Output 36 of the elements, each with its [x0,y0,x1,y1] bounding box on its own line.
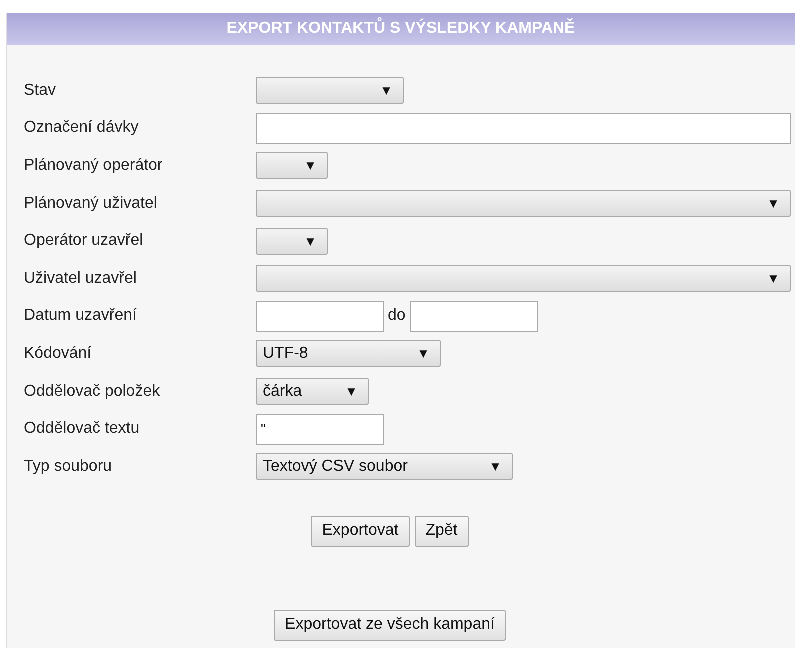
action-button[interactable]: Exportovat [311,516,410,547]
dropdown[interactable]: čárka ▼ [256,378,369,406]
dropdown-arrow-icon: ▼ [489,459,502,474]
panel-title: EXPORT KONTAKTŮ S VÝSLEDKY KAMPANĚ [7,13,795,45]
dropdown[interactable]: ▼ [256,190,791,218]
dropdown-arrow-icon: ▼ [767,196,780,212]
dropdown[interactable]: ▼ [256,77,404,104]
field-label: Kódování [24,344,93,363]
dropdown-arrow-icon: ▼ [345,384,358,400]
export-all-button[interactable]: Exportovat ze všech kampaní [274,610,506,641]
text-field[interactable] [256,112,791,144]
field-label: Uživatel uzavřel [24,270,138,288]
text-field[interactable]: " [256,414,384,445]
field-label: Operátor uzavřel [24,232,144,250]
field-label: Označení dávky [24,119,140,138]
field-label: Plánovaný uživatel [24,194,158,213]
date-field[interactable] [256,300,384,332]
dropdown-arrow-icon: ▼ [767,271,780,286]
dropdown[interactable]: ▼ [256,228,328,255]
dropdown[interactable]: UTF-8 ▼ [256,340,441,368]
field-label: Typ souboru [24,458,114,476]
dropdown-arrow-icon: ▼ [304,234,317,249]
dropdown[interactable]: ▼ [256,152,328,180]
dropdown-arrow-icon: ▼ [417,346,430,362]
field-label: Oddělovač položek [24,382,162,401]
field-label: Stav [24,82,58,100]
range-separator: do [388,307,406,326]
dropdown[interactable]: ▼ [256,265,791,292]
field-label: Datum uzavření [24,307,138,326]
date-field[interactable] [410,300,538,332]
field-label: Oddělovač textu [24,420,141,438]
field-label: Plánovaný operátor [24,156,164,175]
dropdown-arrow-icon: ▼ [380,83,393,98]
dropdown[interactable]: Textový CSV soubor ▼ [256,453,513,480]
action-button[interactable]: Zpět [414,516,469,547]
dropdown-arrow-icon: ▼ [304,158,317,174]
